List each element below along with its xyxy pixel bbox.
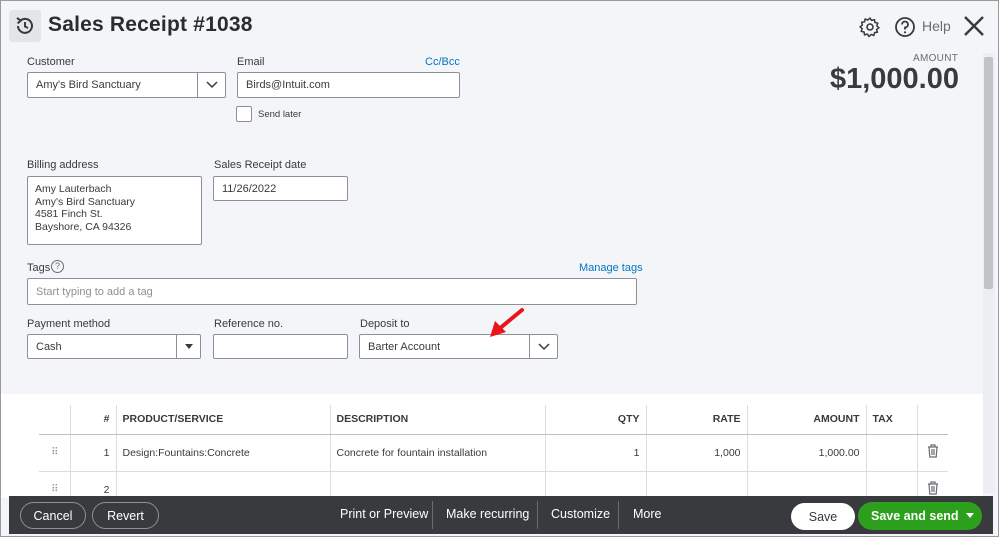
send-later-label: Send later	[258, 109, 302, 120]
product-cell[interactable]: Design:Fountains:Concrete	[116, 434, 331, 472]
payment-method-value: Cash	[36, 340, 62, 353]
column-header: PRODUCT/SERVICE	[116, 405, 331, 435]
footer-bar: Cancel Revert Print or Preview Make recu…	[9, 496, 993, 534]
column-header: QTY	[545, 405, 647, 435]
table-header-row: # PRODUCT/SERVICE DESCRIPTION QTY RATE A…	[39, 405, 948, 435]
line-items-table: # PRODUCT/SERVICE DESCRIPTION QTY RATE A…	[39, 405, 948, 509]
chevron-down-icon	[537, 342, 550, 350]
column-header: RATE	[646, 405, 748, 435]
red-arrow-annotation	[490, 308, 524, 337]
email-field[interactable]: Birds@Intuit.com	[237, 72, 460, 98]
row-number: 1	[70, 434, 117, 472]
tax-cell[interactable]	[866, 434, 918, 472]
page-title: Sales Receipt #1038	[48, 13, 253, 36]
print-preview-button[interactable]: Print or Preview	[340, 507, 428, 521]
billing-address-label: Billing address	[27, 159, 99, 171]
help-label[interactable]: Help	[922, 18, 951, 34]
recent-transactions-icon[interactable]	[9, 10, 41, 42]
reference-no-field[interactable]	[213, 334, 348, 359]
footer-divider	[432, 501, 433, 529]
description-cell[interactable]: Concrete for fountain installation	[330, 434, 546, 472]
sales-receipt-date-label: Sales Receipt date	[214, 159, 307, 171]
billing-address-field[interactable]: Amy Lauterbach Amy's Bird Sanctuary 4581…	[27, 176, 202, 245]
billing-line: Amy Lauterbach	[35, 183, 112, 195]
amount-cell[interactable]: 1,000.00	[747, 434, 867, 472]
caret-down-icon	[184, 343, 193, 349]
rate-cell[interactable]: 1,000	[646, 434, 748, 472]
deposit-to-dropdown-button[interactable]	[529, 335, 557, 358]
sales-receipt-window: Sales Receipt #1038 Help Customer Amy's …	[0, 0, 999, 537]
footer-divider	[618, 501, 619, 529]
header: Sales Receipt #1038 Help	[1, 1, 998, 51]
revert-button[interactable]: Revert	[92, 502, 159, 529]
payment-method-dropdown-button[interactable]	[176, 335, 200, 358]
customer-select[interactable]: Amy's Bird Sanctuary	[27, 72, 226, 98]
payment-method-label: Payment method	[27, 318, 111, 330]
customer-label: Customer	[27, 56, 75, 68]
save-and-send-label: Save and send	[871, 509, 959, 523]
cancel-button[interactable]: Cancel	[20, 502, 86, 529]
chevron-down-icon	[205, 81, 218, 89]
email-label: Email	[237, 56, 265, 68]
reference-no-label: Reference no.	[214, 318, 284, 330]
deposit-to-label: Deposit to	[360, 318, 410, 330]
gear-icon[interactable]	[859, 16, 881, 38]
email-value: Birds@Intuit.com	[246, 79, 330, 91]
deposit-to-value: Barter Account	[368, 340, 441, 353]
date-value: 11/26/2022	[222, 182, 277, 195]
drag-handle-icon[interactable]: ⠿	[39, 434, 71, 472]
column-header: AMOUNT	[747, 405, 867, 435]
save-button[interactable]: Save	[791, 503, 855, 530]
make-recurring-button[interactable]: Make recurring	[446, 507, 529, 521]
close-icon[interactable]	[963, 15, 985, 37]
manage-tags-link[interactable]: Manage tags	[579, 262, 643, 274]
qty-cell[interactable]: 1	[545, 434, 647, 472]
tags-placeholder: Start typing to add a tag	[36, 285, 153, 298]
column-header	[917, 405, 948, 435]
tags-input[interactable]: Start typing to add a tag	[27, 278, 637, 305]
sales-receipt-date-field[interactable]: 11/26/2022	[213, 176, 348, 201]
deposit-to-select[interactable]: Barter Account	[359, 334, 558, 359]
tags-label: Tags	[27, 262, 51, 274]
more-button[interactable]: More	[633, 507, 661, 521]
question-mark-icon[interactable]: ?	[51, 260, 64, 273]
column-header: TAX	[866, 405, 918, 435]
trash-icon[interactable]	[917, 434, 948, 472]
footer-divider	[537, 501, 538, 529]
table-row[interactable]: ⠿ 1 Design:Fountains:Concrete Concrete f…	[39, 434, 948, 472]
billing-line: Bayshore, CA 94326	[35, 220, 132, 233]
customer-dropdown-button[interactable]	[197, 73, 225, 97]
billing-line: Amy's Bird Sanctuary	[35, 195, 136, 208]
customer-value: Amy's Bird Sanctuary	[36, 79, 141, 91]
cc-bcc-link[interactable]: Cc/Bcc	[425, 56, 460, 68]
scrollbar-thumb[interactable]	[984, 57, 993, 289]
help-icon[interactable]	[894, 16, 916, 38]
total-amount: $1,000.00	[829, 63, 959, 95]
caret-down-icon	[966, 513, 974, 518]
payment-method-select[interactable]: Cash	[27, 334, 201, 359]
column-header: DESCRIPTION	[330, 405, 546, 435]
customize-button[interactable]: Customize	[551, 507, 610, 521]
save-and-send-button[interactable]: Save and send	[858, 502, 982, 530]
save-and-send-dropdown[interactable]	[958, 502, 982, 530]
column-header	[39, 405, 71, 435]
billing-line: 4581 Finch St.	[35, 208, 103, 220]
column-header: #	[70, 405, 117, 435]
send-later-checkbox[interactable]	[236, 106, 252, 122]
